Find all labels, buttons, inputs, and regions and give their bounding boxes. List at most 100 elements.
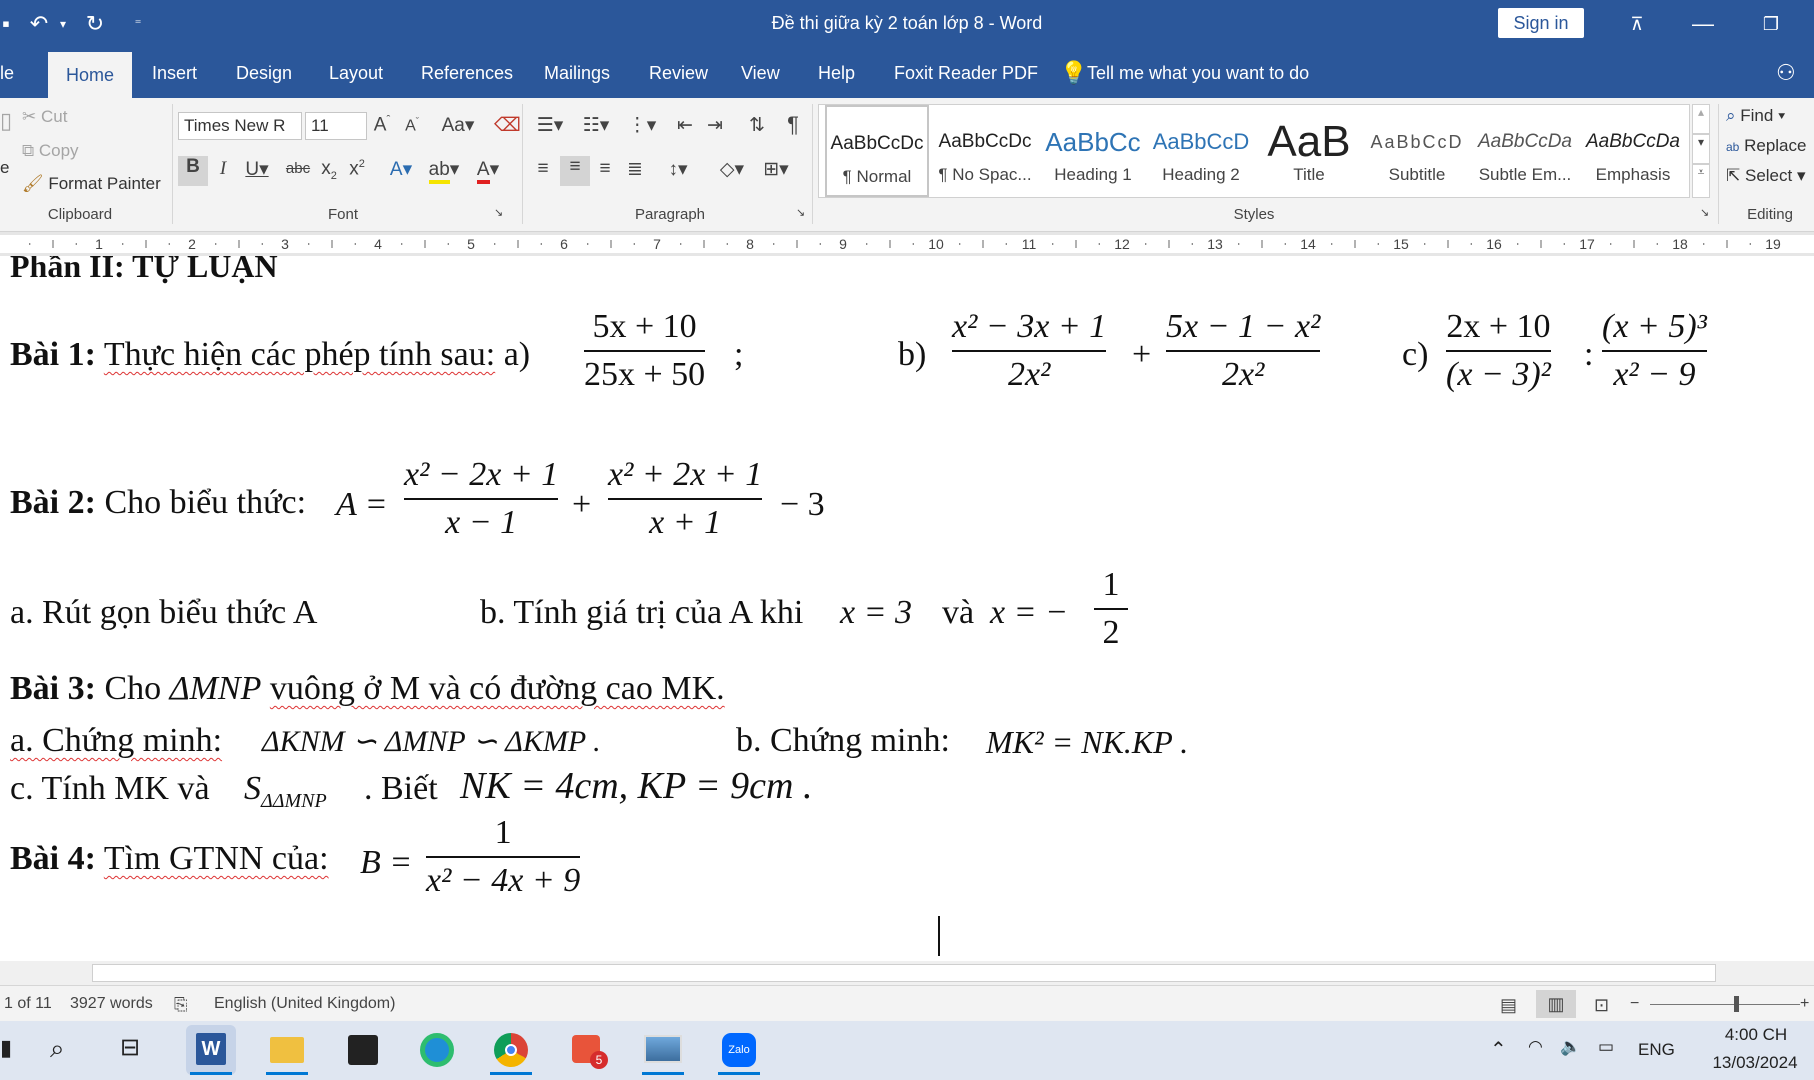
style-subtitle[interactable]: AaBbCcD Subtitle [1365, 105, 1469, 197]
read-mode-icon[interactable]: ▤ [1500, 995, 1517, 1016]
chrome-icon[interactable] [486, 1025, 536, 1075]
bold-icon[interactable]: B [178, 156, 208, 186]
clear-formatting-icon[interactable]: ⌫ [494, 114, 521, 137]
show-hidden-icons[interactable]: ⌃ [1490, 1037, 1507, 1062]
clock-time[interactable]: 4:00 CH [1706, 1025, 1806, 1045]
web-layout-icon[interactable]: ⊡ [1594, 995, 1609, 1016]
grow-font-icon[interactable]: Aˆ [370, 114, 394, 136]
task-view-icon[interactable]: ⊟ [120, 1033, 140, 1062]
store-icon[interactable] [338, 1025, 388, 1075]
volume-icon[interactable]: 🔈 [1560, 1037, 1581, 1057]
style-subtle-emphasis[interactable]: AaBbCcDa Subtle Em... [1473, 105, 1577, 197]
edge-icon[interactable] [412, 1025, 462, 1075]
tab-view[interactable]: View [741, 48, 780, 98]
page-count[interactable]: 1 of 11 [4, 995, 52, 1013]
start-icon[interactable]: ▮ [0, 1035, 12, 1061]
change-case-icon[interactable]: Aa▾ [438, 114, 478, 137]
zoom-in-icon[interactable]: + [1800, 995, 1809, 1013]
word-count[interactable]: 3927 words [70, 995, 153, 1013]
decrease-indent-icon[interactable]: ⇤ [672, 114, 698, 137]
show-formatting-icon[interactable]: ¶ [780, 112, 806, 138]
search-icon[interactable]: ⌕ [50, 1033, 65, 1065]
proofing-icon[interactable]: ⎘ [174, 995, 188, 1015]
multilevel-list-icon[interactable]: ⋮▾ [622, 114, 662, 137]
print-layout-icon[interactable]: ▥ [1536, 990, 1576, 1018]
font-name-box[interactable]: Times New R [178, 112, 302, 140]
share-person-icon[interactable]: ⚇ [1776, 48, 1796, 98]
restore-icon[interactable]: ❐ [1756, 8, 1786, 40]
horizontal-scrollbar[interactable] [0, 961, 1814, 985]
shrink-font-icon[interactable]: Aˇ [400, 116, 424, 135]
subscript-icon[interactable]: x2 [318, 158, 340, 182]
font-dialog-launcher-icon[interactable]: ↘ [494, 206, 503, 219]
line-spacing-icon[interactable]: ↕▾ [658, 158, 698, 181]
text-effects-icon[interactable]: A▾ [384, 158, 418, 181]
font-color-icon[interactable]: A▾ [470, 158, 506, 184]
file-explorer-icon[interactable] [262, 1025, 312, 1075]
tab-review[interactable]: Review [649, 48, 708, 98]
align-right-icon[interactable]: ≡ [592, 158, 618, 180]
align-center-icon[interactable]: ≡ [560, 156, 590, 186]
ribbon-display-options-icon[interactable]: ⊼ [1622, 8, 1652, 40]
battery-icon[interactable]: ▭ [1598, 1037, 1614, 1057]
tell-me-search[interactable]: Tell me what you want to do [1087, 48, 1309, 98]
network-icon[interactable]: ◠ [1528, 1037, 1543, 1057]
style-normal[interactable]: AaBbCcDc ¶ Normal [825, 105, 929, 197]
style-title[interactable]: AaB Title [1257, 105, 1361, 197]
bullets-icon[interactable]: ☰▾ [530, 114, 570, 137]
clock-date[interactable]: 13/03/2024 [1692, 1053, 1814, 1073]
format-painter-button[interactable]: 🖌 Format Painter [22, 174, 161, 194]
tab-help[interactable]: Help [818, 48, 855, 98]
tab-home[interactable]: Home [48, 52, 133, 98]
tab-foxit[interactable]: Foxit Reader PDF [894, 48, 1038, 98]
numbering-icon[interactable]: ☷▾ [576, 114, 616, 137]
replace-button[interactable]: ab Replace [1726, 136, 1806, 156]
document-page[interactable]: Phần II: TỰ LUẬN Bài 1: Thực hiện các ph… [0, 256, 1814, 961]
paste-label[interactable]: e [0, 158, 9, 178]
style-heading-2[interactable]: AaBbCcD Heading 2 [1149, 105, 1253, 197]
styles-more-icon[interactable]: ⩡ [1692, 164, 1710, 198]
tab-design[interactable]: Design [236, 48, 292, 98]
style-no-spacing[interactable]: AaBbCcDc ¶ No Spac... [933, 105, 1037, 197]
superscript-icon[interactable]: x2 [346, 158, 368, 180]
underline-icon[interactable]: U▾ [240, 158, 274, 181]
input-language[interactable]: ENG [1638, 1040, 1675, 1060]
copy-button[interactable]: ⧉ Copy [22, 141, 79, 161]
cut-button[interactable]: ✂ Cut [22, 107, 67, 127]
minimize-icon[interactable]: — [1688, 8, 1718, 40]
style-heading-1[interactable]: AaBbCc Heading 1 [1041, 105, 1145, 197]
paste-icon[interactable]: ▯ [0, 108, 12, 134]
italic-icon[interactable]: I [212, 158, 234, 180]
word-taskbar-icon[interactable]: W [186, 1025, 236, 1075]
justify-icon[interactable]: ≣ [622, 158, 648, 181]
zalo-icon[interactable]: Zalo [714, 1025, 764, 1075]
find-button[interactable]: ⌕ Find ▾ [1726, 106, 1785, 126]
photos-icon[interactable] [638, 1025, 688, 1075]
horizontal-ruler[interactable]: 1 2 3 4 5 6 7 8 9 10 11 12 13 14 15 16 17 18 19 [0, 232, 1814, 256]
styles-scroll-up-icon[interactable]: ▴ [1692, 104, 1710, 134]
style-emphasis[interactable]: AaBbCcDa Emphasis [1581, 105, 1685, 197]
zoom-slider-thumb[interactable] [1734, 996, 1739, 1012]
align-left-icon[interactable]: ≡ [530, 158, 556, 180]
solitaire-icon[interactable]: 5 [562, 1025, 612, 1075]
tab-mailings[interactable]: Mailings [544, 48, 610, 98]
zoom-slider[interactable] [1650, 1004, 1800, 1005]
borders-icon[interactable]: ⊞▾ [756, 158, 796, 181]
sign-in-button[interactable]: Sign in [1498, 8, 1584, 38]
tab-layout[interactable]: Layout [329, 48, 383, 98]
lightbulb-icon[interactable]: 💡 [1060, 48, 1087, 98]
highlight-color-icon[interactable]: ab▾ [424, 158, 464, 184]
tab-insert[interactable]: Insert [152, 48, 197, 98]
scrollbar-thumb[interactable] [92, 964, 1716, 982]
paragraph-dialog-launcher-icon[interactable]: ↘ [796, 206, 805, 219]
font-size-box[interactable]: 11 [305, 112, 367, 140]
tab-file[interactable]: le [0, 48, 14, 98]
shading-icon[interactable]: ◇▾ [712, 158, 752, 181]
sort-icon[interactable]: ⇅ [744, 114, 770, 137]
select-button[interactable]: ⇱ Select ▾ [1726, 166, 1806, 186]
styles-dialog-launcher-icon[interactable]: ↘ [1700, 206, 1709, 219]
zoom-out-icon[interactable]: − [1630, 995, 1639, 1013]
strikethrough-icon[interactable]: abc [284, 160, 312, 177]
tab-references[interactable]: References [421, 48, 513, 98]
increase-indent-icon[interactable]: ⇥ [702, 114, 728, 137]
